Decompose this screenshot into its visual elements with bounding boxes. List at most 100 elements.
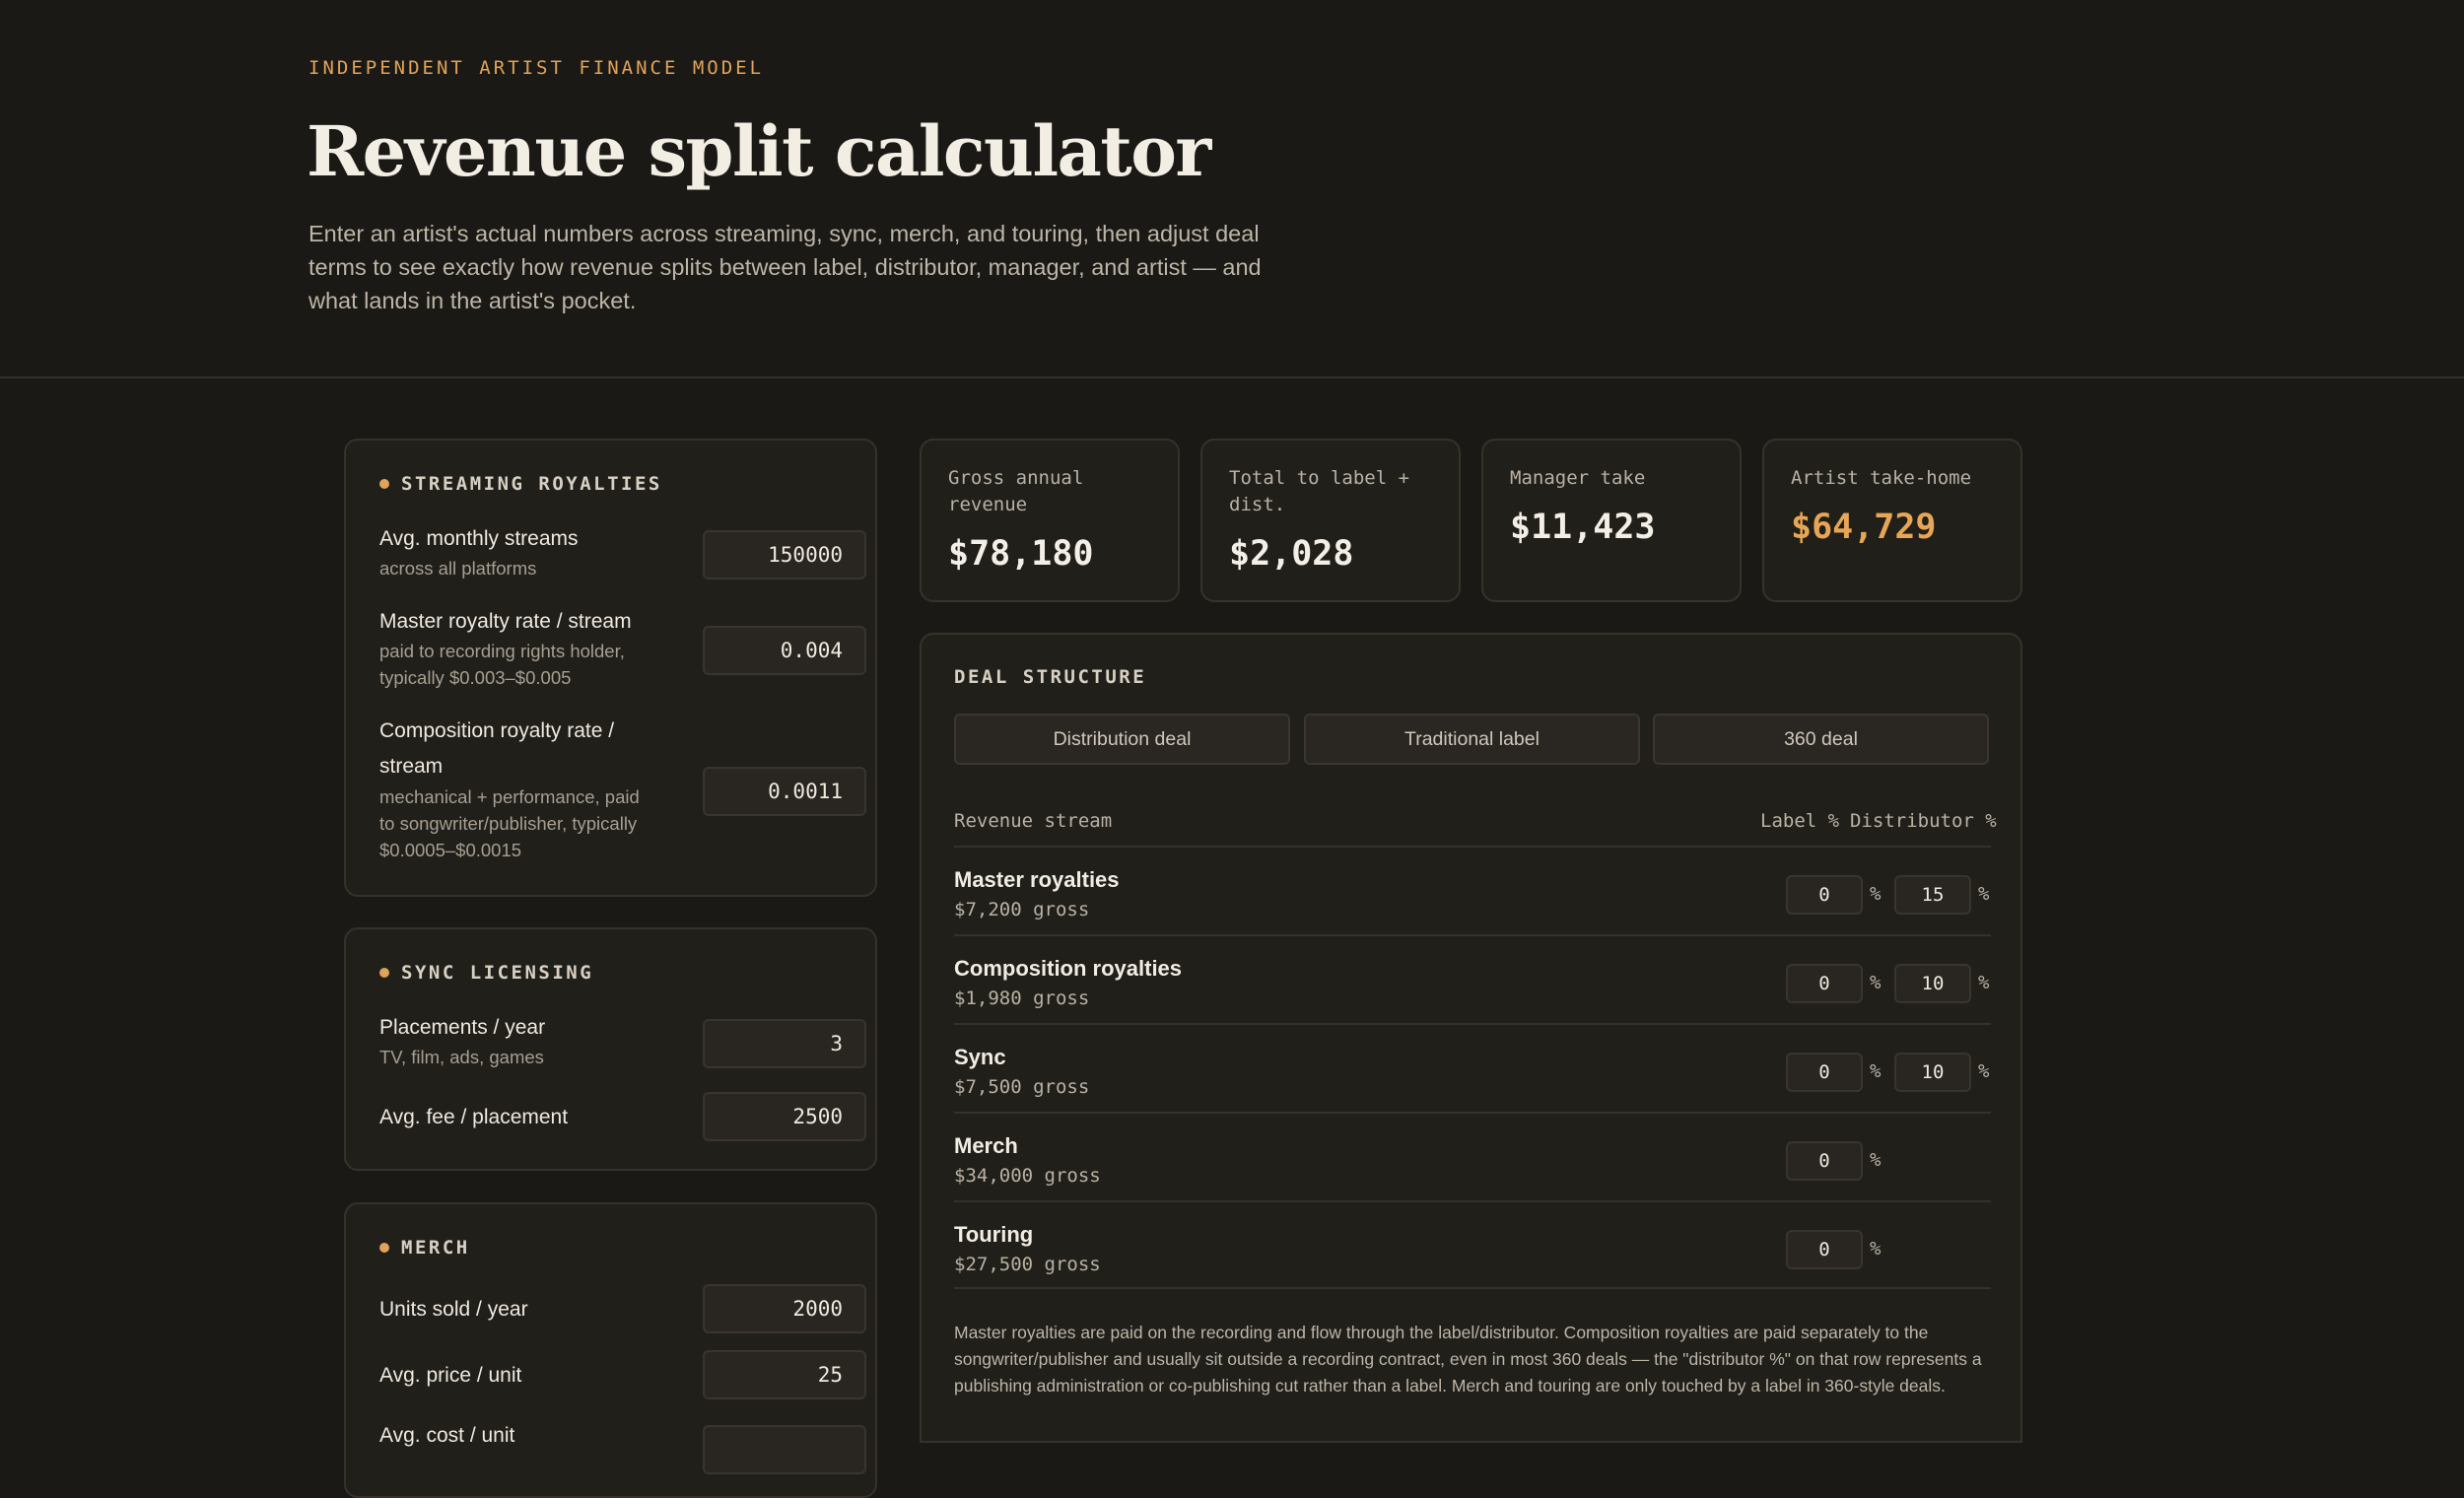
avg-monthly-streams-input[interactable] (703, 530, 866, 579)
tab-360-deal[interactable]: 360 deal (1653, 714, 1989, 765)
intro-text: Enter an artist's actual numbers across … (308, 221, 1262, 313)
master-royalty-rate-field: Master royalty rate / stream paid to rec… (379, 604, 866, 703)
label-pct-input[interactable] (1786, 1141, 1863, 1181)
row-name: Composition royalties (954, 956, 1183, 981)
avg-fee-per-placement-input[interactable] (703, 1092, 866, 1141)
pct-sign: % (1978, 1060, 1990, 1082)
bullet-dot-icon (379, 1243, 389, 1253)
composition-royalty-rate-input[interactable] (703, 767, 866, 816)
artist-take-home-metric: Artist take-home $64,729 (1762, 439, 2022, 602)
avg-cost-per-unit-field: Avg. cost / unit (379, 1416, 866, 1474)
deal-structure-card: DEAL STRUCTURE Distribution deal Traditi… (920, 633, 2022, 1443)
manager-take-metric: Manager take $11,423 (1481, 439, 1742, 602)
pct-sign: % (1870, 972, 1882, 993)
label-pct-input[interactable] (1786, 1230, 1863, 1269)
streaming-section-header: STREAMING ROYALTIES (379, 473, 662, 495)
avg-monthly-streams-field: Avg. monthly streams across all platform… (379, 521, 866, 586)
metric-value: $64,729 (1791, 508, 1937, 547)
distributor-pct-input[interactable] (1894, 964, 1971, 1003)
field-hint: $0.0005–$0.0015 (379, 840, 522, 860)
row-name: Master royalties (954, 867, 1120, 892)
field-label: Units sold / year (379, 1298, 528, 1321)
field-hint: mechanical + performance, paid (379, 786, 640, 807)
sync-licensing-card: SYNC LICENSING Placements / year TV, fil… (344, 927, 877, 1171)
streaming-royalties-card: STREAMING ROYALTIES Avg. monthly streams… (344, 439, 877, 897)
avg-price-per-unit-field: Avg. price / unit (379, 1350, 866, 1401)
row-gross: $7,500 gross (954, 1076, 1090, 1098)
label-pct-input[interactable] (1786, 1053, 1863, 1092)
avg-price-per-unit-input[interactable] (703, 1350, 866, 1399)
field-hint: to songwriter/publisher, typically (379, 813, 638, 834)
field-label: Placements / year (379, 1016, 546, 1039)
metric-value: $78,180 (948, 534, 1094, 574)
bullet-dot-icon (379, 479, 389, 489)
units-sold-input[interactable] (703, 1284, 866, 1333)
sync-section-title: SYNC LICENSING (401, 962, 594, 984)
avg-cost-per-unit-input[interactable] (703, 1425, 866, 1474)
merch-section-title: MERCH (401, 1237, 470, 1259)
pct-sign: % (1870, 1238, 1882, 1260)
master-royalty-rate-input[interactable] (703, 626, 866, 675)
label-pct-input[interactable] (1786, 964, 1863, 1003)
sync-section-header: SYNC LICENSING (379, 962, 593, 984)
placements-per-year-input[interactable] (703, 1019, 866, 1068)
row-gross: $34,000 gross (954, 1165, 1101, 1187)
metric-value: $11,423 (1510, 508, 1656, 547)
page-title: Revenue split calculator (307, 110, 1211, 192)
row-gross: $27,500 gross (954, 1254, 1101, 1275)
table-row: Touring $27,500 gross % (954, 1200, 1991, 1289)
field-label: Avg. fee / placement (379, 1106, 569, 1128)
table-row: Sync $7,500 gross % % (954, 1023, 1991, 1112)
field-hint: TV, film, ads, games (379, 1047, 544, 1067)
units-sold-field: Units sold / year (379, 1284, 866, 1335)
eyebrow: INDEPENDENT ARTIST FINANCE MODEL (308, 57, 765, 79)
row-name: Sync (954, 1045, 1006, 1069)
metric-label: Total to label + dist. (1229, 467, 1410, 515)
composition-royalty-rate-field: Composition royalty rate / stream mechan… (379, 714, 866, 871)
table-row: Master royalties $7,200 gross % % (954, 846, 1991, 934)
pct-sign: % (1870, 1060, 1882, 1082)
column-header-distributor-pct: Distributor % (1850, 810, 1997, 832)
field-hint: across all platforms (379, 558, 537, 579)
row-name: Merch (954, 1133, 1018, 1158)
placements-per-year-field: Placements / year TV, film, ads, games (379, 1010, 866, 1075)
row-name: Touring (954, 1222, 1034, 1247)
metric-label: Artist take-home (1791, 467, 1972, 489)
tab-traditional-label[interactable]: Traditional label (1304, 714, 1640, 765)
streaming-section-title: STREAMING ROYALTIES (401, 473, 662, 495)
metric-value: $2,028 (1229, 534, 1354, 574)
page-header: INDEPENDENT ARTIST FINANCE MODEL Revenue… (0, 0, 2464, 378)
merch-card: MERCH Units sold / year Avg. price / uni… (344, 1202, 877, 1498)
table-row: Composition royalties $1,980 gross % % (954, 934, 1991, 1023)
merch-section-header: MERCH (379, 1237, 470, 1259)
pct-sign: % (1870, 883, 1882, 905)
avg-fee-per-placement-field: Avg. fee / placement (379, 1092, 866, 1143)
total-to-label-dist-metric: Total to label + dist. $2,028 (1200, 439, 1461, 602)
row-gross: $1,980 gross (954, 987, 1090, 1009)
bullet-dot-icon (379, 968, 389, 978)
distributor-pct-input[interactable] (1894, 1053, 1971, 1092)
field-label: Composition royalty rate / (379, 719, 615, 742)
deal-structure-title: DEAL STRUCTURE (954, 666, 1147, 688)
pct-sign: % (1870, 1149, 1882, 1171)
label-pct-input[interactable] (1786, 875, 1863, 915)
field-hint: paid to recording rights holder, (379, 641, 625, 661)
field-label: Avg. monthly streams (379, 527, 579, 550)
metric-label: Manager take (1510, 467, 1646, 489)
tab-distribution-deal[interactable]: Distribution deal (954, 714, 1290, 765)
distributor-pct-input[interactable] (1894, 875, 1971, 915)
field-label: Master royalty rate / stream (379, 610, 632, 633)
pct-sign: % (1978, 883, 1990, 905)
row-gross: $7,200 gross (954, 899, 1090, 920)
field-label: stream (379, 755, 444, 778)
metric-label: Gross annual revenue (948, 467, 1084, 515)
field-label: Avg. price / unit (379, 1364, 522, 1387)
field-hint: typically $0.003–$0.005 (379, 667, 572, 688)
column-header-label-pct: Label % (1760, 810, 1840, 832)
field-label: Avg. cost / unit (379, 1424, 515, 1447)
deal-footnote: Master royalties are paid on the recordi… (954, 1323, 1982, 1396)
column-header-revenue-stream: Revenue stream (954, 810, 1113, 832)
gross-annual-revenue-metric: Gross annual revenue $78,180 (920, 439, 1180, 602)
table-row: Merch $34,000 gross % (954, 1112, 1991, 1200)
pct-sign: % (1978, 972, 1990, 993)
